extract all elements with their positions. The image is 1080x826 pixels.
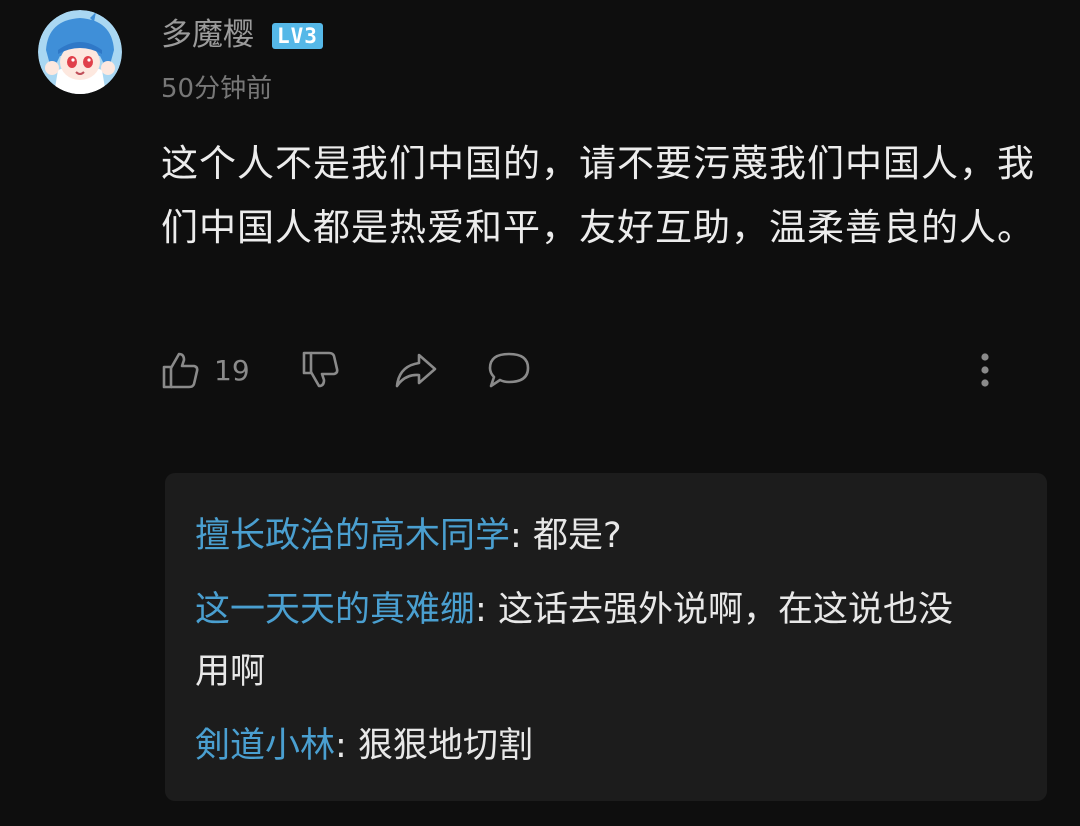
username-row: 多魔樱 LV3 bbox=[161, 12, 323, 58]
reply-text: 狠狠地切割 bbox=[357, 726, 533, 766]
reply-separator: : bbox=[475, 590, 498, 630]
reply-author[interactable]: 剣道小林 bbox=[195, 726, 335, 766]
reply-separator: : bbox=[335, 726, 358, 766]
avatar[interactable] bbox=[38, 10, 122, 94]
username[interactable]: 多魔樱 bbox=[161, 12, 254, 58]
share-icon bbox=[395, 353, 437, 388]
comment-card: 多魔樱 LV3 50分钟前 这个人不是我们中国的，请不要污蔑我们中国人，我们中国… bbox=[0, 0, 1080, 826]
share-button[interactable] bbox=[393, 344, 439, 396]
reply-button[interactable] bbox=[486, 344, 532, 396]
reply-preview-box[interactable]: 擅长政治的高木同学: 都是? 这一天天的真难绷: 这话去强外说啊，在这说也没用啊… bbox=[165, 473, 1047, 801]
avatar-image bbox=[38, 10, 122, 94]
action-bar: 19 bbox=[160, 344, 1000, 396]
dislike-button[interactable] bbox=[300, 344, 342, 396]
reply-text: 都是? bbox=[532, 516, 622, 556]
thumbs-down-icon bbox=[302, 351, 339, 388]
comment-text: 这个人不是我们中国的，请不要污蔑我们中国人，我们中国人都是热爱和平，友好互助，温… bbox=[161, 142, 1035, 249]
thumbs-up-icon bbox=[162, 352, 199, 389]
timestamp: 50分钟前 bbox=[161, 74, 273, 104]
level-badge: LV3 bbox=[272, 23, 323, 49]
reply-item[interactable]: 剣道小林: 狠狠地切割 bbox=[195, 715, 985, 777]
comment-icon bbox=[488, 352, 530, 388]
reply-item[interactable]: 这一天天的真难绷: 这话去强外说啊，在这说也没用啊 bbox=[195, 579, 985, 703]
like-count: 19 bbox=[214, 353, 250, 387]
like-button[interactable]: 19 bbox=[160, 344, 250, 396]
reply-separator: : bbox=[510, 516, 533, 556]
reply-author[interactable]: 擅长政治的高木同学 bbox=[195, 516, 510, 556]
more-vertical-icon bbox=[981, 353, 989, 387]
more-options-button[interactable] bbox=[975, 344, 995, 396]
reply-author[interactable]: 这一天天的真难绷 bbox=[195, 590, 475, 630]
reply-item[interactable]: 擅长政治的高木同学: 都是? bbox=[195, 505, 985, 567]
